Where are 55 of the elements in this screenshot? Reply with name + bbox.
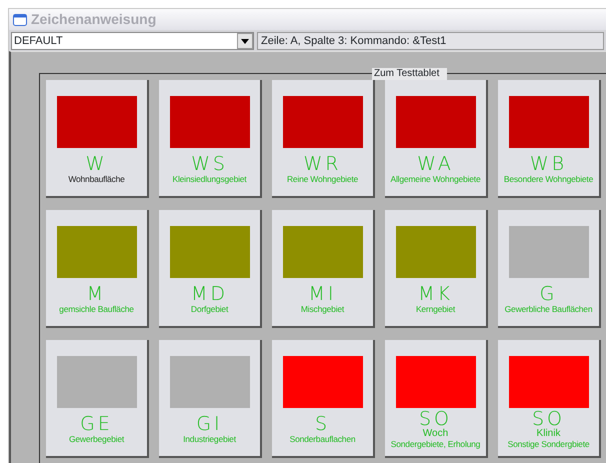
zone-subtitle: Woch bbox=[422, 429, 448, 439]
zone-tile[interactable]: MI Mischgebiet bbox=[272, 210, 375, 328]
zone-code: GE bbox=[80, 414, 113, 434]
zone-caption: Kerngebiet bbox=[416, 304, 456, 315]
zone-caption: Sonderbauflachen bbox=[290, 434, 356, 445]
zone-code: WR bbox=[304, 154, 342, 174]
zone-tile[interactable]: GE Gewerbegebiet bbox=[46, 340, 149, 458]
zone-code: M bbox=[86, 284, 106, 304]
zone-code: MK bbox=[418, 284, 453, 304]
dropdown-button[interactable] bbox=[237, 33, 253, 49]
zone-caption: gemsichle Baufläche bbox=[59, 304, 134, 315]
zone-caption: Industriegebiet bbox=[183, 434, 236, 445]
zone-tile[interactable]: M gemsichle Baufläche bbox=[46, 210, 149, 328]
zone-caption: Gewerbegebiet bbox=[68, 434, 124, 445]
caret-icon bbox=[241, 38, 249, 44]
window-title: Zeichenanweisung bbox=[31, 10, 156, 29]
zone-caption: Besondere Wohngebiete bbox=[504, 174, 594, 185]
zone-code: GI bbox=[196, 414, 223, 434]
dropdown-value: DEFAULT bbox=[14, 34, 64, 49]
zone-code: SO bbox=[532, 410, 565, 429]
zone-tile[interactable]: MK Kerngebiet bbox=[385, 210, 488, 328]
zone-caption: Mischgebiet bbox=[300, 304, 344, 315]
zone-code: WS bbox=[191, 154, 228, 174]
zone-caption: Wohnbaufläche bbox=[68, 174, 125, 185]
zone-caption: Gewerbliche Bauflächen bbox=[504, 304, 592, 315]
zone-tile[interactable]: WR Reine Wohngebiete bbox=[272, 80, 375, 198]
zone-tile[interactable]: W Wohnbaufläche bbox=[46, 80, 149, 198]
zone-subtitle: Klinik bbox=[536, 429, 560, 439]
zone-caption: Sondergebiete, Erholung bbox=[390, 439, 480, 450]
zone-tile[interactable]: SO Klinik Sonstige Sondergbiete bbox=[498, 340, 601, 458]
zone-tile[interactable]: SO Woch Sondergebiete, Erholung bbox=[385, 340, 488, 458]
command-status-field: Zeile: A, Spalte 3: Kommando: &Test1 bbox=[257, 32, 604, 50]
window-icon bbox=[13, 14, 27, 26]
zone-tile[interactable]: GI Industriegebiet bbox=[159, 340, 262, 458]
zone-code: WA bbox=[417, 154, 454, 174]
zone-caption: Sonstige Sondergbiete bbox=[508, 439, 590, 450]
zone-tile[interactable]: S Sonderbauflachen bbox=[272, 340, 375, 458]
zone-code: SO bbox=[418, 410, 452, 429]
zone-code: W bbox=[86, 154, 108, 174]
zone-caption: Reine Wohngebiete bbox=[286, 174, 358, 185]
frame-label: Zum Testtablet bbox=[372, 68, 448, 80]
zone-tile[interactable]: WA Allgemeine Wohngebiete bbox=[385, 80, 488, 198]
zone-code: MI bbox=[308, 284, 336, 304]
zone-tile[interactable]: G Gewerbliche Bauflächen bbox=[498, 210, 601, 328]
zone-code: MD bbox=[190, 284, 228, 304]
zone-tile[interactable]: MD Dorfgebiet bbox=[159, 210, 262, 328]
zone-caption: Dorfgebiet bbox=[190, 304, 228, 315]
zone-code: WB bbox=[530, 154, 568, 174]
zone-code: S bbox=[314, 414, 330, 434]
zone-code: G bbox=[540, 284, 558, 304]
zone-tile[interactable]: WS Kleinsiedlungsgebiet bbox=[159, 80, 262, 198]
zone-caption: Allgemeine Wohngebiete bbox=[390, 174, 480, 185]
profile-dropdown[interactable]: DEFAULT bbox=[11, 32, 254, 50]
zone-caption: Kleinsiedlungsgebiet bbox=[172, 174, 246, 185]
zone-tile[interactable]: WB Besondere Wohngebiete bbox=[498, 80, 601, 198]
